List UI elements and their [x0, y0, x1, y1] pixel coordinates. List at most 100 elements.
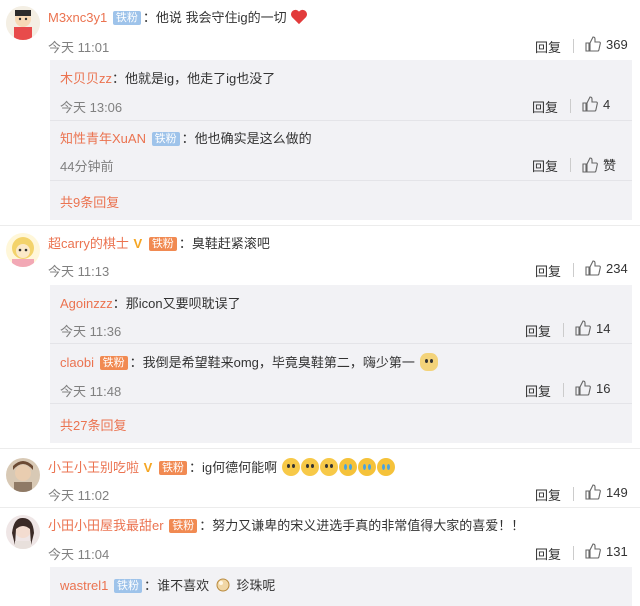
verified-icon: V [133, 236, 143, 251]
fan-badge: 铁粉 [148, 237, 177, 251]
username[interactable]: wastrel1 [60, 578, 108, 593]
subreply-box: Agoinzzz：那icon又要呗耽误了 今天 11:36 回复 14 clao… [50, 285, 632, 443]
divider [50, 180, 632, 181]
subreply-time: 今天 11:48 [60, 384, 122, 399]
username[interactable]: 超carry的棋士 [48, 236, 129, 251]
subreply-time: 44分钟前 [60, 159, 114, 174]
like-button[interactable]: 234 [585, 260, 628, 276]
username[interactable]: M3xnc3y1 [48, 10, 107, 25]
fan-badge: 铁粉 [114, 579, 143, 593]
like-count: 14 [596, 320, 611, 336]
subreply-text: 我倒是希望鞋来omg，毕竟臭鞋第二，嗨少第一 [142, 355, 415, 370]
avatar[interactable] [6, 458, 40, 492]
divider [573, 39, 574, 53]
fan-badge: 铁粉 [112, 11, 141, 25]
subreply-text: 那icon又要呗耽误了 [125, 296, 241, 311]
crying-emoji-icon [376, 458, 395, 476]
comment-body: 小田小田屋我最甜er 铁粉 ：努力又谦卑的宋义进选手真的非常值得大家的喜爱！！ [48, 518, 525, 533]
fan-badge: 铁粉 [99, 356, 128, 370]
sad-emoji-icon [281, 458, 300, 476]
like-button[interactable]: 赞 [582, 155, 616, 174]
divider [570, 99, 571, 113]
comment-time: 今天 11:01 [48, 40, 110, 55]
thumbs-up-icon [585, 484, 601, 500]
comment-text: 臭鞋赶紧滚吧 [191, 236, 270, 251]
username[interactable]: 小王小王别吃啦 [48, 460, 139, 475]
like-count: 131 [606, 543, 628, 559]
like-count: 16 [596, 380, 611, 396]
username[interactable]: 知性青年XuAN [60, 131, 146, 146]
avatar[interactable] [6, 233, 40, 267]
divider [573, 546, 574, 560]
subreply-text: 他就是ig，他走了ig也没了 [125, 71, 276, 86]
username[interactable]: Agoinzzz [60, 296, 113, 311]
subreply-text: 他也确实是这么做的 [194, 131, 312, 146]
like-button[interactable]: 16 [575, 380, 610, 396]
comment-body: 小王小王别吃啦 V 铁粉 ：ig何德何能啊 [48, 458, 395, 477]
username[interactable]: 小田小田屋我最甜er [48, 518, 164, 533]
username[interactable]: claobi [60, 355, 94, 370]
subreply-1: Agoinzzz：那icon又要呗耽误了 [60, 296, 241, 311]
subreply-1: wastrel1 铁粉 ：谁不喜欢 珍珠呢 [60, 578, 276, 593]
comment-body: 超carry的棋士 V 铁粉 ：臭鞋赶紧滚吧 [48, 236, 270, 251]
subreply-2: 知性青年XuAN 铁粉 ：他也确实是这么做的 [60, 131, 312, 146]
like-count: 369 [606, 36, 628, 52]
like-button[interactable]: 149 [585, 484, 628, 500]
reply-button[interactable]: 回复 [532, 156, 558, 175]
view-more-replies-link[interactable]: 共9条回复 [60, 192, 119, 211]
reply-button[interactable]: 回复 [535, 261, 561, 280]
like-button[interactable]: 131 [585, 543, 628, 559]
subreply-text: 谁不喜欢 [157, 578, 210, 593]
thumbs-up-icon [575, 380, 591, 396]
reply-button[interactable]: 回复 [535, 544, 561, 563]
view-more-replies-link[interactable]: 共27条回复 [60, 415, 126, 434]
cat-emoji-icon [419, 353, 438, 371]
divider [0, 225, 640, 226]
reply-button[interactable]: 回复 [525, 381, 551, 400]
username[interactable]: 木贝贝zz [60, 71, 112, 86]
heart-icon [291, 9, 308, 25]
subreply-1: 木贝贝zz：他就是ig，他走了ig也没了 [60, 71, 276, 86]
like-button[interactable]: 4 [582, 96, 610, 112]
divider [563, 323, 564, 337]
like-count: 赞 [603, 158, 617, 173]
avatar[interactable] [6, 515, 40, 549]
thumbs-up-icon [582, 156, 598, 173]
comment-body: M3xnc3y1 铁粉 ：他说 我会守住ig的一切 [48, 9, 308, 27]
comment-time: 今天 11:13 [48, 264, 110, 279]
divider [50, 120, 632, 121]
reply-button[interactable]: 回复 [535, 37, 561, 56]
like-button[interactable]: 369 [585, 36, 628, 52]
divider [563, 383, 564, 397]
crying-emoji-icon [357, 458, 376, 476]
sad-emoji-icon [300, 458, 319, 476]
thumbs-up-icon [582, 96, 598, 112]
verified-icon: V [143, 460, 153, 475]
reply-button[interactable]: 回复 [532, 97, 558, 116]
fan-badge: 铁粉 [158, 461, 187, 475]
subreply-text-cont: 珍珠呢 [236, 578, 276, 593]
like-count: 149 [606, 484, 628, 500]
thumbs-up-icon [585, 36, 601, 52]
pearl-icon [216, 578, 230, 592]
reply-button[interactable]: 回复 [535, 485, 561, 504]
like-button[interactable]: 14 [575, 320, 610, 336]
sad-emoji-icon [319, 458, 338, 476]
divider [0, 507, 640, 508]
crying-emoji-icon [338, 458, 357, 476]
divider [573, 487, 574, 501]
divider [0, 448, 640, 449]
divider [570, 158, 571, 172]
reply-button[interactable]: 回复 [525, 321, 551, 340]
subreply-time: 今天 11:36 [60, 324, 122, 339]
thumbs-up-icon [585, 543, 601, 559]
subreply-time: 今天 13:06 [60, 100, 123, 115]
like-count: 234 [606, 260, 628, 276]
divider [573, 263, 574, 277]
thumbs-up-icon [575, 320, 591, 336]
comment-text: 他说 我会守住ig的一切 [155, 10, 287, 25]
avatar[interactable] [6, 6, 40, 40]
subreply-box: 木贝贝zz：他就是ig，他走了ig也没了 今天 13:06 回复 4 知性青年X… [50, 60, 632, 220]
like-count: 4 [603, 96, 611, 112]
comment-text: ig何德何能啊 [201, 460, 278, 475]
